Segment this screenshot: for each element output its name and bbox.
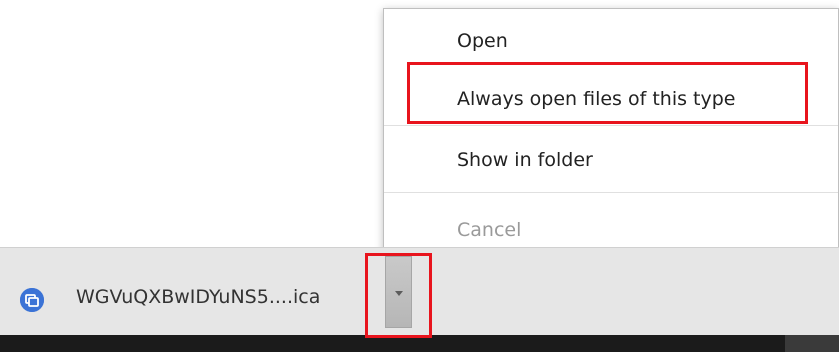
download-context-menu: Open Always open files of this type Show… xyxy=(383,8,839,260)
menu-separator xyxy=(384,192,838,193)
download-file-name: WGVuQXBwIDYuNS5....ica xyxy=(76,286,321,308)
highlight-box-always-open xyxy=(407,62,808,124)
menu-item-cancel: Cancel xyxy=(457,219,522,241)
taskbar-button[interactable] xyxy=(785,335,839,352)
highlight-box-dropdown xyxy=(365,253,432,338)
menu-item-show-in-folder[interactable]: Show in folder xyxy=(384,149,838,171)
download-item[interactable]: WGVuQXBwIDYuNS5....ica xyxy=(0,248,385,336)
menu-item-open[interactable]: Open xyxy=(384,30,838,52)
citrix-receiver-icon xyxy=(20,288,44,312)
menu-separator xyxy=(384,125,838,126)
